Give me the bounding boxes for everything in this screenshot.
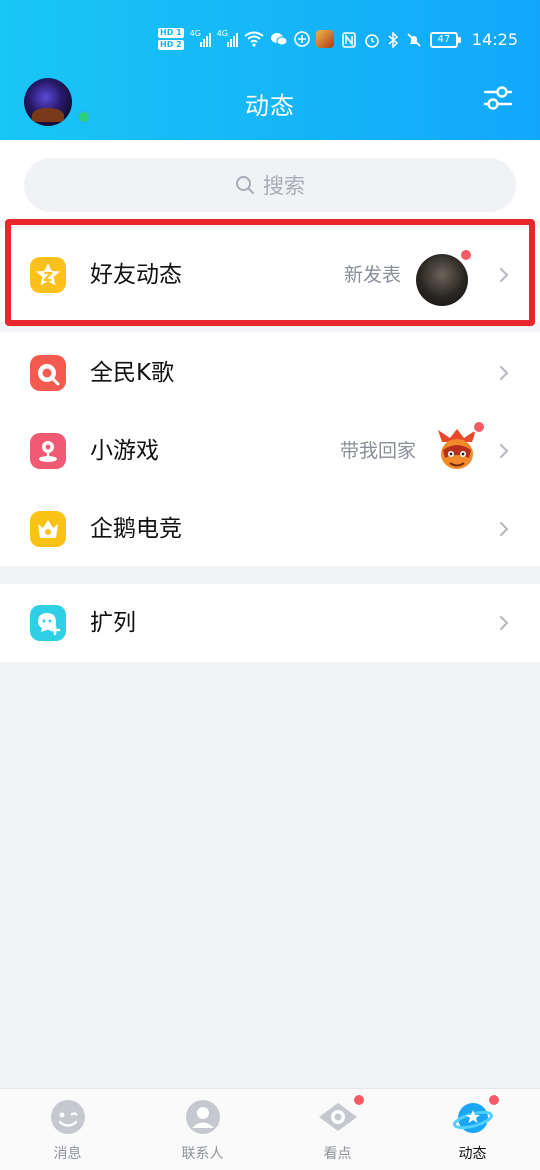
wechat-icon	[270, 33, 288, 46]
hd2-label: HD 2	[158, 40, 184, 50]
esports-label: 企鹅电竞	[90, 516, 182, 542]
karaoke-label: 全民K歌	[90, 360, 175, 386]
tab-watch[interactable]: 看点	[270, 1089, 405, 1170]
chevron-right-icon	[500, 444, 509, 458]
chevron-right-icon	[500, 366, 509, 380]
hd-indicator: HD 1 HD 2	[158, 28, 184, 50]
tab-watch-label: 看点	[323, 1146, 352, 1162]
expand-friends-label: 扩列	[90, 610, 136, 636]
clock: 14:25	[471, 30, 518, 49]
contacts-icon	[186, 1100, 220, 1134]
signal-icon-1: 4G	[190, 29, 211, 47]
planet-icon	[453, 1103, 493, 1133]
mini-games-row[interactable]: 小游戏 带我回家	[0, 412, 540, 490]
esports-row[interactable]: 企鹅电竞	[0, 490, 540, 568]
chevron-right-icon	[500, 616, 509, 630]
mini-games-note: 带我回家	[340, 440, 417, 462]
mini-games-label: 小游戏	[90, 438, 159, 464]
nfc-icon	[342, 31, 356, 48]
mini-games-badge	[472, 420, 486, 434]
alarm-icon	[365, 33, 379, 48]
search-icon	[236, 176, 254, 194]
features-group: 全民K歌 小游戏 带我回家 企鹅电竞	[0, 332, 540, 566]
page-title: 动态	[245, 92, 295, 120]
game-app-icon	[315, 30, 334, 48]
bottom-nav: 消息 联系人 看点 动态	[0, 1088, 540, 1170]
game-character-icon	[438, 429, 476, 469]
mute-icon	[407, 32, 421, 47]
signal-icon-2: 4G	[217, 29, 238, 47]
hd1-label: HD 1	[158, 28, 184, 38]
search-area: 搜索	[0, 140, 540, 220]
messages-icon	[51, 1100, 85, 1134]
chevron-right-icon	[500, 522, 509, 536]
tab-feed-label: 动态	[458, 1146, 487, 1162]
tab-messages[interactable]: 消息	[0, 1089, 135, 1170]
tab-contacts-label: 联系人	[181, 1146, 224, 1162]
wifi-icon	[244, 31, 264, 47]
search-input[interactable]: 搜索	[24, 158, 516, 212]
joystick-icon	[30, 433, 66, 469]
watch-badge	[352, 1093, 366, 1107]
status-icons-left: HD 1 HD 2 4G 4G	[158, 26, 334, 52]
karaoke-icon	[30, 355, 66, 391]
tab-feed[interactable]: 动态	[405, 1089, 540, 1170]
battery-level: 47	[437, 33, 451, 45]
expand-friends-icon	[30, 605, 66, 641]
tab-messages-label: 消息	[53, 1146, 82, 1162]
sliders-icon[interactable]	[482, 82, 514, 114]
tab-contacts[interactable]: 联系人	[135, 1089, 270, 1170]
top-header: HD 1 HD 2 4G 4G 47 14:25 动态	[0, 0, 540, 140]
status-bar: HD 1 HD 2 4G 4G 47 14:25	[0, 0, 540, 72]
expand-friends-row[interactable]: 扩列	[0, 584, 540, 662]
status-icons-right: 47 14:25	[342, 30, 518, 49]
karaoke-row[interactable]: 全民K歌	[0, 334, 540, 412]
social-group: 扩列	[0, 584, 540, 662]
eye-icon	[319, 1103, 357, 1131]
esports-crown-icon	[30, 511, 66, 547]
app-notification-icon	[293, 31, 310, 47]
bluetooth-icon	[388, 31, 398, 48]
highlight-box	[5, 219, 535, 326]
search-placeholder: 搜索	[263, 174, 305, 198]
feed-badge	[487, 1093, 501, 1107]
battery-icon: 47	[429, 31, 461, 48]
